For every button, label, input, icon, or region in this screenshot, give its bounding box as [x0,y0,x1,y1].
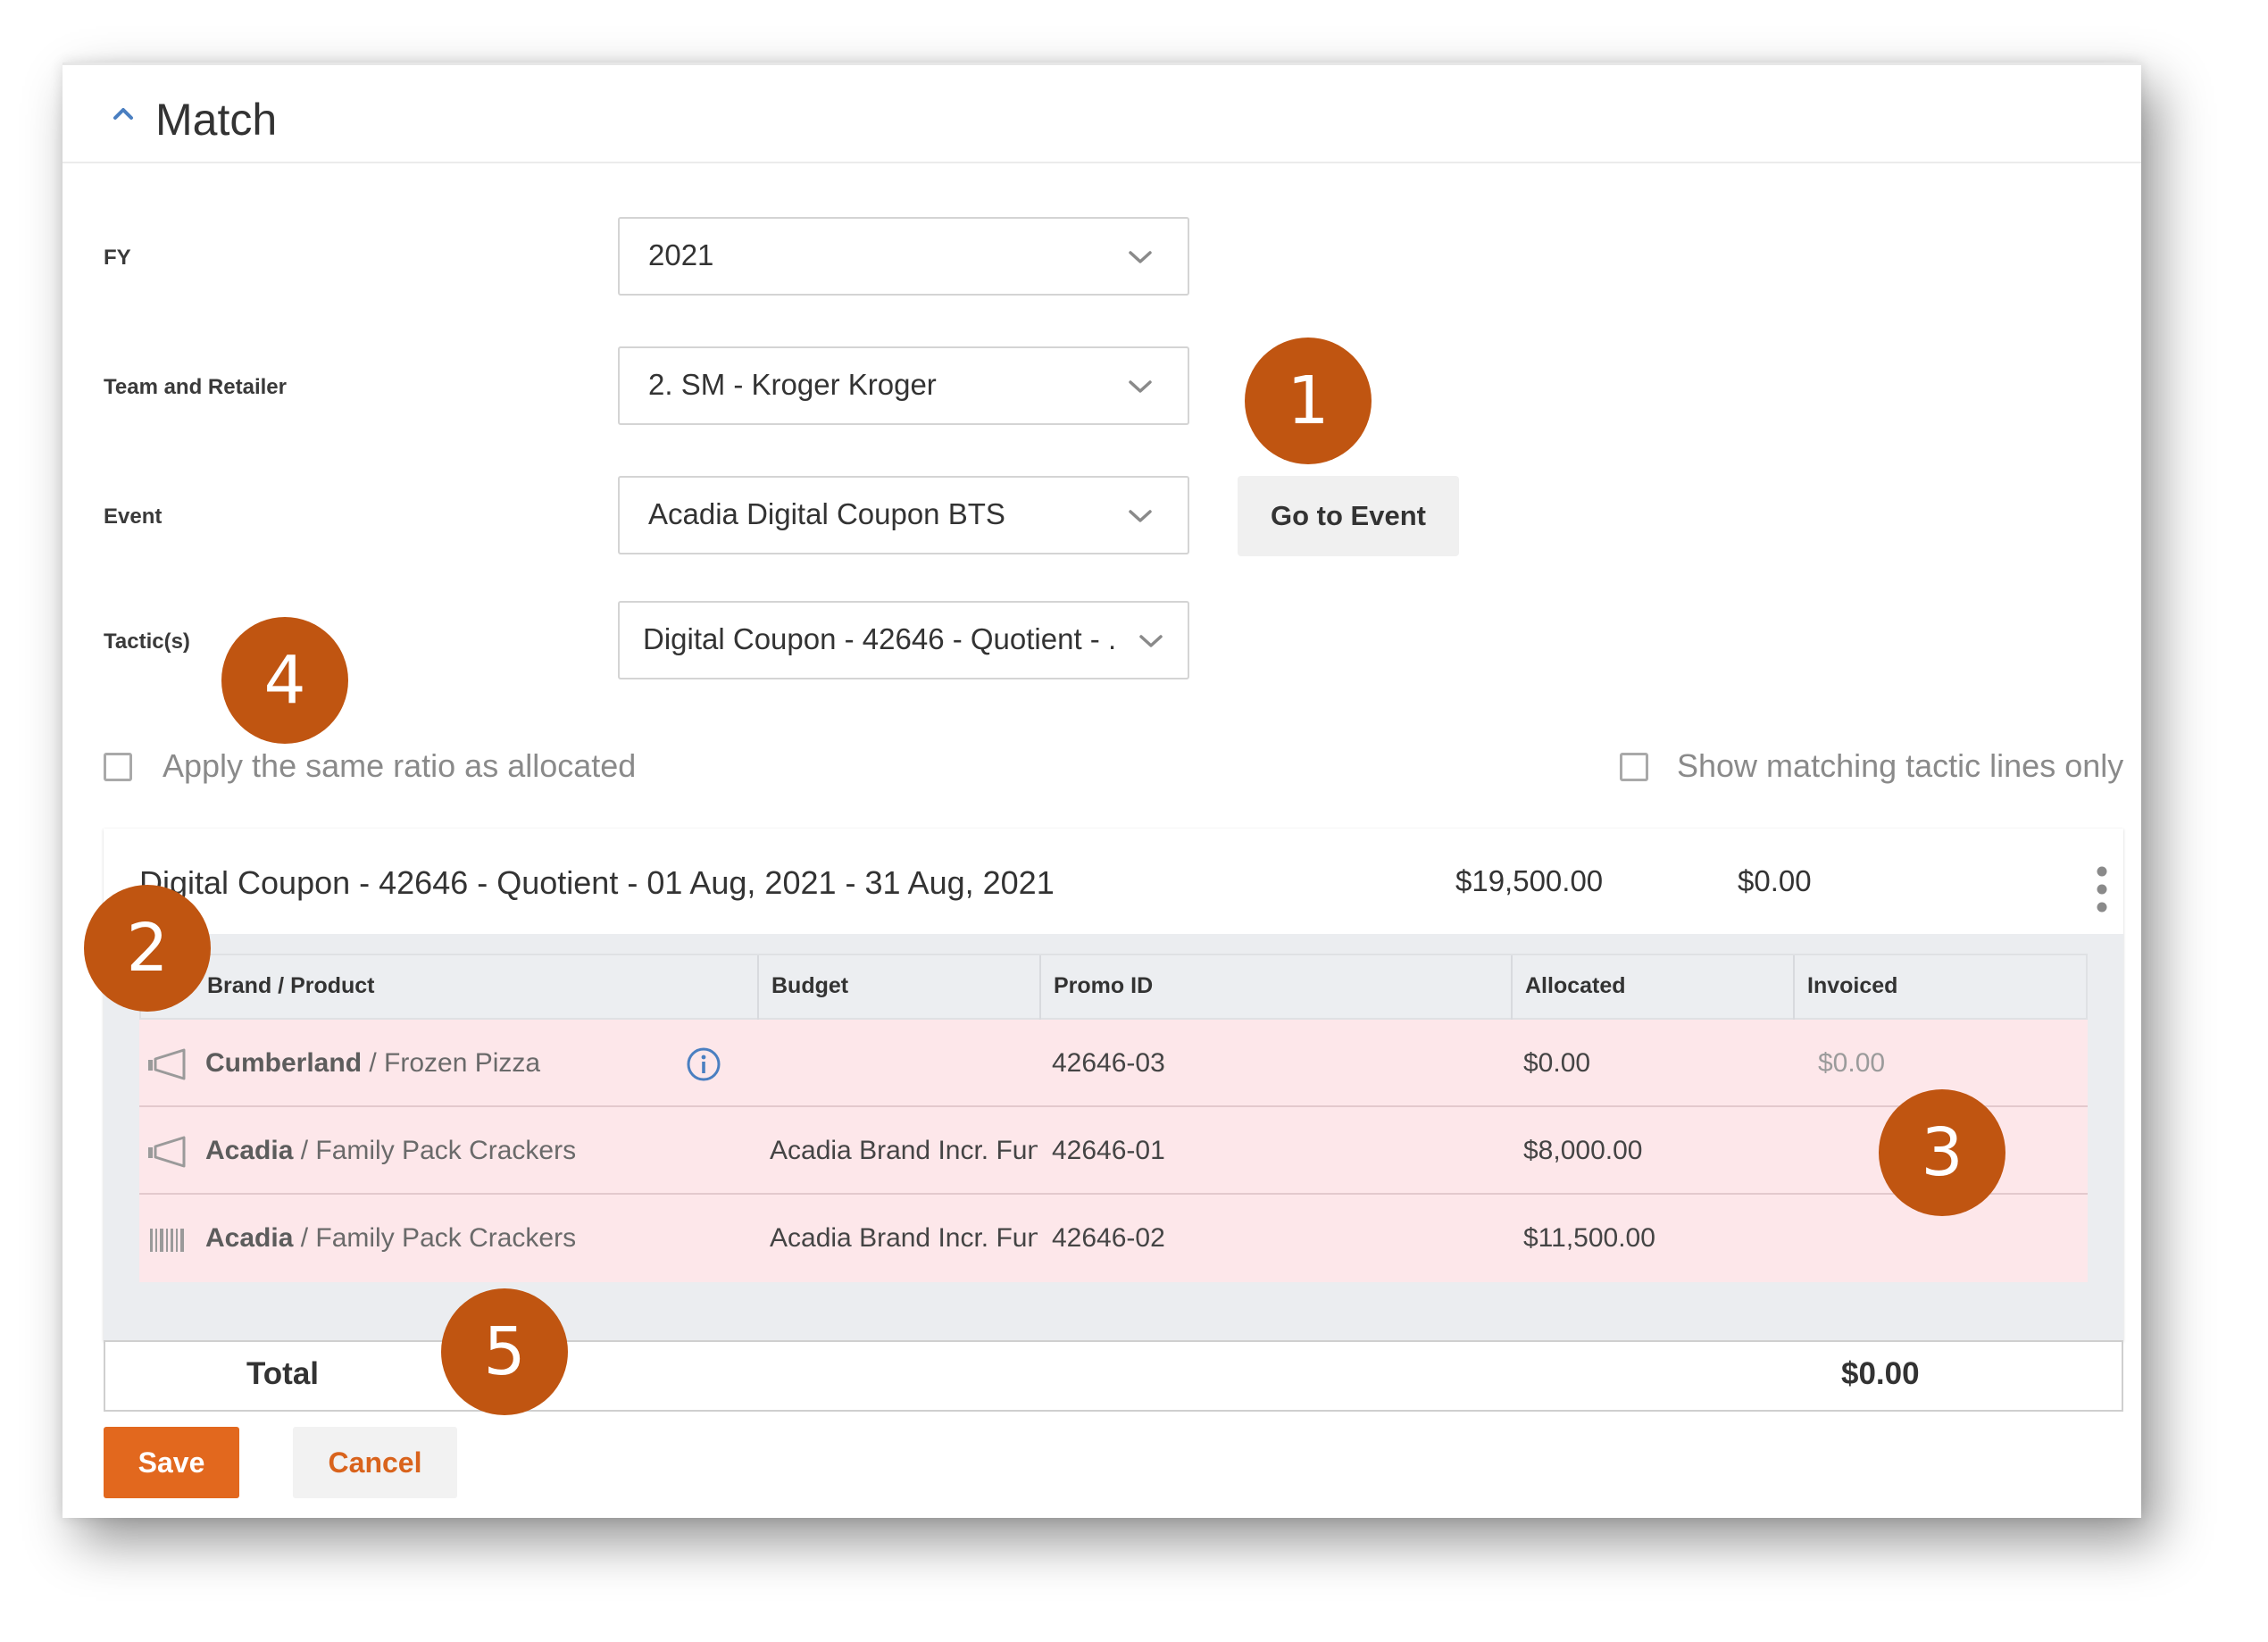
tactics-select[interactable]: Digital Coupon - 42646 - Quotient - ... [618,601,1189,679]
product-table: Brand / Product Budget Promo ID Allocate… [139,954,2088,1282]
table-row[interactable]: Acadia / Family Pack Crackers Acadia Bra… [139,1195,2088,1282]
callout-marker-2: 2 [84,885,211,1012]
table-header: Brand / Product Budget Promo ID Allocate… [139,954,2088,1020]
column-header-invoiced[interactable]: Invoiced [1807,973,1897,999]
megaphone-icon [148,1136,186,1168]
tactics-label: Tactic(s) [104,629,190,654]
brand-product-cell: Cumberland / Frozen Pizza [205,1048,540,1079]
callout-marker-1: 1 [1245,338,1372,464]
budget-cell: Acadia Brand Incr. Fun [770,1223,1038,1253]
total-bar: Total $0.00 [104,1340,2123,1412]
info-icon[interactable] [686,1046,721,1082]
cancel-button[interactable]: Cancel [293,1427,457,1498]
budget-cell: Acadia Brand Incr. Fun [770,1136,1038,1165]
column-divider [757,955,759,1020]
allocated-cell: $8,000.00 [1523,1136,1643,1165]
tactics-value: Digital Coupon - 42646 - Quotient - ... [643,622,1116,655]
allocated-cell: $0.00 [1523,1048,1591,1078]
barcode-icon [150,1229,184,1252]
tactic-invoiced: $0.00 [1738,864,1812,897]
product-name: / Family Pack Crackers [293,1136,577,1165]
chevron-down-icon [1139,635,1163,647]
column-divider [1511,955,1513,1020]
show-matching-checkbox[interactable] [1620,753,1648,781]
total-label: Total [246,1356,320,1391]
apply-ratio-checkbox[interactable] [104,753,132,781]
brand-product-cell: Acadia / Family Pack Crackers [205,1223,576,1254]
column-header-allocated[interactable]: Allocated [1525,973,1626,999]
brand-product-cell: Acadia / Family Pack Crackers [205,1136,576,1166]
team-retailer-label: Team and Retailer [104,375,287,399]
allocated-cell: $11,500.00 [1523,1223,1655,1253]
column-header-promo-id[interactable]: Promo ID [1054,973,1153,999]
tactic-name: Digital Coupon - 42646 - Quotient - 01 A… [139,864,1055,901]
chevron-down-icon [1129,251,1152,263]
product-name: / Family Pack Crackers [293,1223,577,1253]
column-divider [1039,955,1041,1020]
brand-name: Acadia [205,1136,294,1165]
tactic-card-header[interactable]: Digital Coupon - 42646 - Quotient - 01 A… [104,829,2123,934]
event-value: Acadia Digital Coupon BTS [648,497,1005,530]
fy-value: 2021 [648,238,714,271]
chevron-down-icon [1129,510,1152,522]
column-header-budget[interactable]: Budget [771,973,848,999]
save-button[interactable]: Save [104,1427,239,1498]
callout-marker-3: 3 [1879,1089,2005,1216]
event-label: Event [104,504,163,529]
product-name: / Frozen Pizza [362,1048,541,1078]
brand-name: Cumberland [205,1048,363,1078]
column-header-brand-product[interactable]: Brand / Product [207,973,375,999]
total-value: $0.00 [1841,1356,1920,1391]
section-title: Match [155,95,278,145]
table-row[interactable]: Cumberland / Frozen Pizza 42646-03 $0.00… [139,1020,2088,1107]
more-options-icon[interactable] [2095,864,2109,914]
promo-id-cell: 42646-02 [1052,1223,1165,1253]
match-panel: Match FY 2021 Team and Retailer 2. SM - … [63,63,2141,1518]
tactic-allocated: $19,500.00 [1455,864,1604,897]
promo-id-cell: 42646-01 [1052,1136,1165,1165]
apply-ratio-label[interactable]: Apply the same ratio as allocated [163,747,636,785]
megaphone-icon [148,1048,186,1080]
section-header[interactable]: Match [63,65,2141,163]
go-to-event-button[interactable]: Go to Event [1238,476,1459,556]
team-retailer-select[interactable]: 2. SM - Kroger Kroger [618,346,1189,425]
show-matching-label[interactable]: Show matching tactic lines only [1677,747,2123,785]
callout-marker-5: 5 [441,1288,568,1415]
brand-name: Acadia [205,1223,294,1253]
promo-id-cell: 42646-03 [1052,1048,1165,1078]
chevron-up-icon[interactable] [107,97,139,129]
table-row[interactable]: Acadia / Family Pack Crackers Acadia Bra… [139,1107,2088,1195]
fy-label: FY [104,246,131,270]
event-select[interactable]: Acadia Digital Coupon BTS [618,476,1189,554]
column-divider [1793,955,1795,1020]
chevron-down-icon [1129,380,1152,393]
team-retailer-value: 2. SM - Kroger Kroger [648,368,937,401]
callout-marker-4: 4 [221,617,348,744]
invoiced-cell[interactable]: $0.00 [1818,1048,1885,1079]
fy-select[interactable]: 2021 [618,217,1189,296]
tactic-card: Digital Coupon - 42646 - Quotient - 01 A… [104,829,2123,1341]
